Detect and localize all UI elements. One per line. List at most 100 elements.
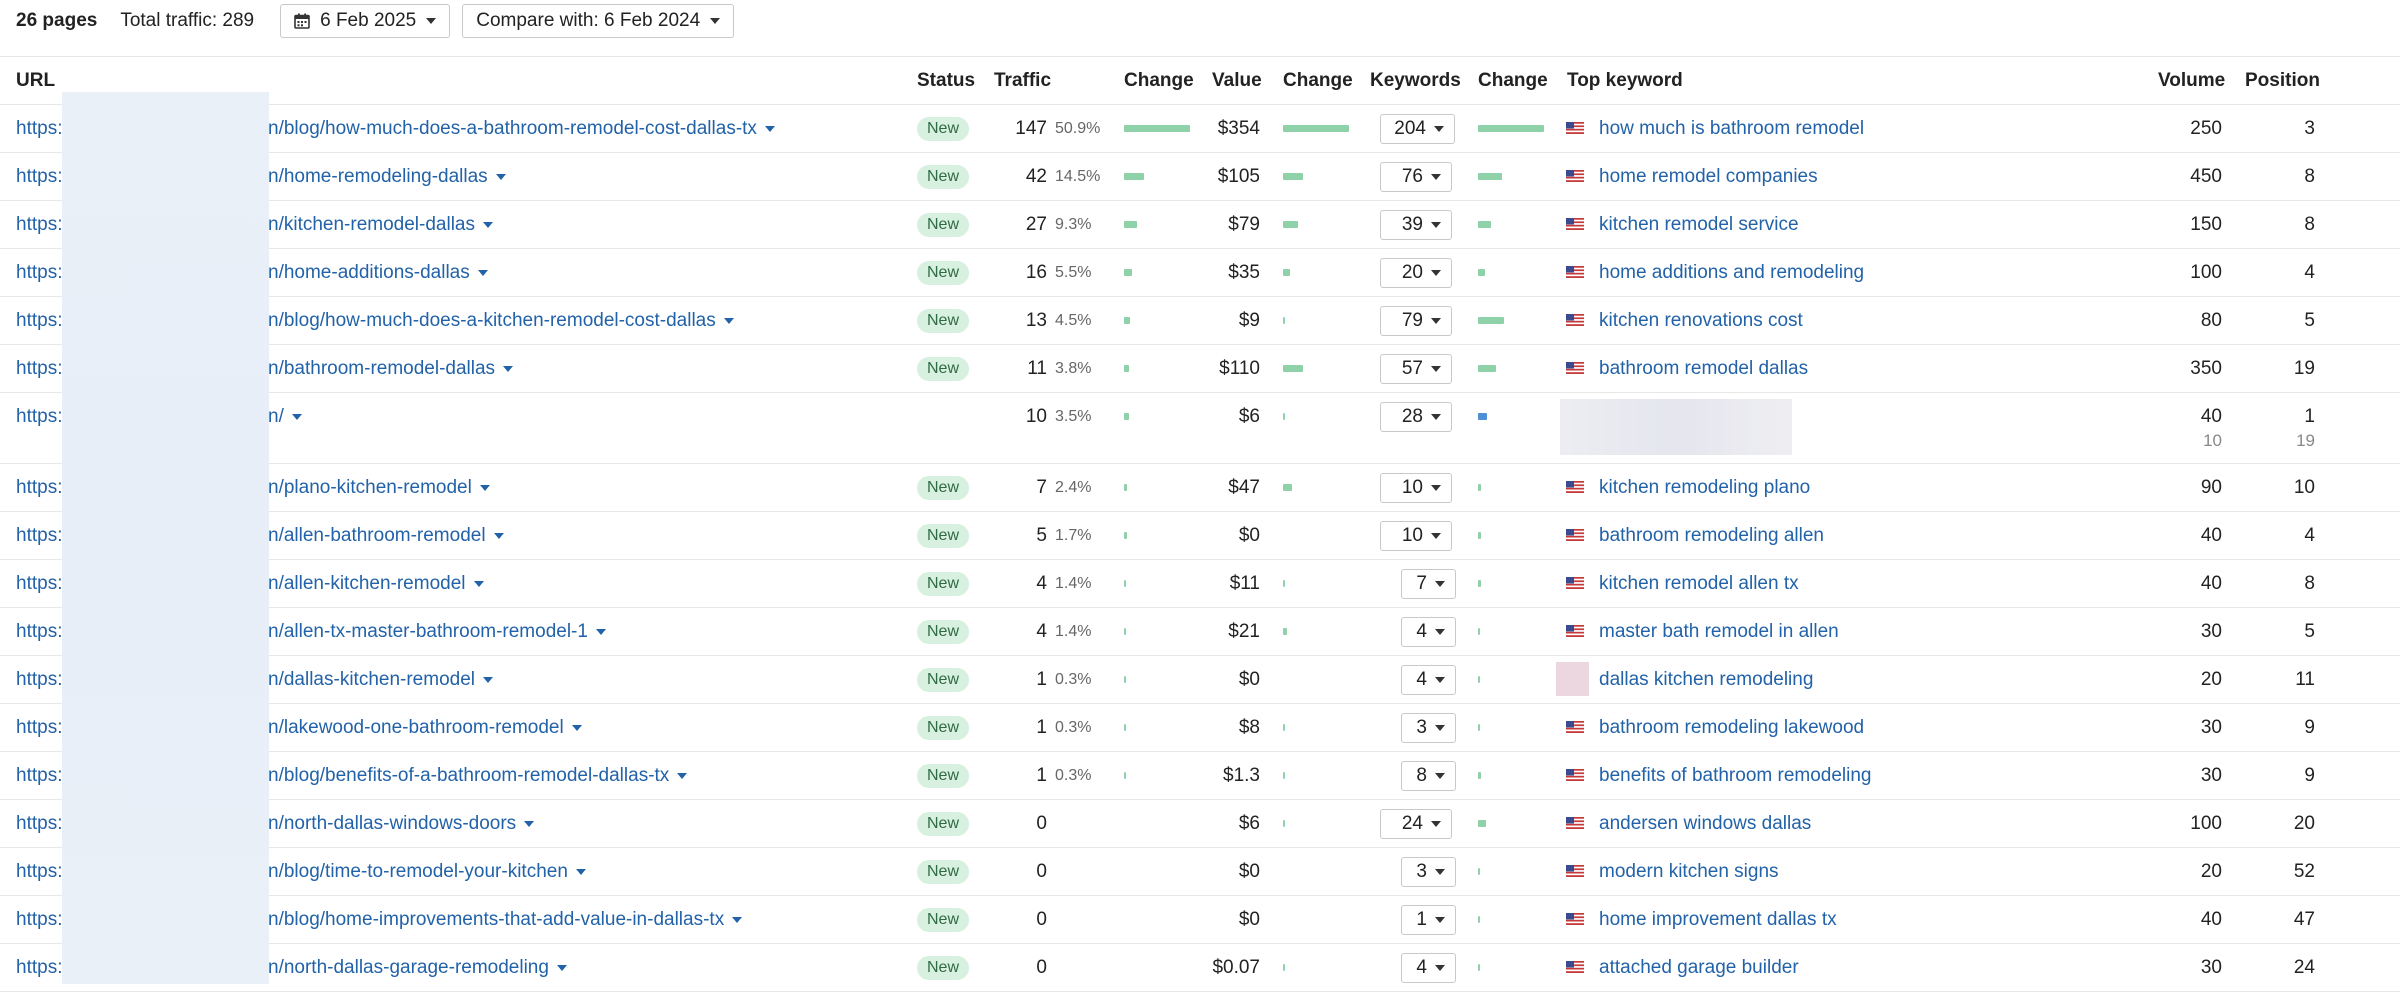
keywords-dropdown[interactable]: 8 xyxy=(1401,761,1456,791)
col-keywords-change[interactable]: Change xyxy=(1478,57,1548,104)
keywords-dropdown[interactable]: 4 xyxy=(1401,665,1456,695)
keywords-dropdown[interactable]: 76 xyxy=(1380,162,1452,192)
keywords-dropdown[interactable]: 24 xyxy=(1380,809,1452,839)
url-link[interactable]: https: n/home-additions-dallas xyxy=(16,249,488,296)
url-prefix: https: xyxy=(16,406,63,427)
col-value-change[interactable]: Change xyxy=(1283,57,1353,104)
traffic-share: 0.3% xyxy=(1055,719,1092,736)
top-keyword-link[interactable]: modern kitchen signs xyxy=(1599,848,1779,895)
chevron-down-icon[interactable] xyxy=(477,269,488,276)
col-top-keyword[interactable]: Top keyword xyxy=(1567,57,1683,104)
chevron-down-icon[interactable] xyxy=(732,916,743,923)
top-keyword-link[interactable]: home remodel companies xyxy=(1599,153,1818,200)
url-link[interactable]: https: n/allen-kitchen-remodel xyxy=(16,560,484,607)
keywords-dropdown[interactable]: 4 xyxy=(1401,953,1456,983)
chevron-down-icon[interactable] xyxy=(493,532,504,539)
top-keyword-link[interactable]: benefits of bathroom remodeling xyxy=(1599,752,1872,799)
url-link[interactable]: https: n/allen-bathroom-remodel xyxy=(16,512,504,559)
url-link[interactable]: https: n/blog/home-improvements-that-add-… xyxy=(16,896,743,943)
chevron-down-icon[interactable] xyxy=(677,772,688,779)
keywords-dropdown[interactable]: 4 xyxy=(1401,617,1456,647)
keywords-dropdown[interactable]: 28 xyxy=(1380,402,1452,432)
url-link[interactable]: https: n/lakewood-one-bathroom-remodel xyxy=(16,704,582,751)
keywords-dropdown[interactable]: 3 xyxy=(1401,713,1456,743)
chevron-down-icon[interactable] xyxy=(495,173,506,180)
col-traffic-change[interactable]: Change xyxy=(1124,57,1194,104)
url-link[interactable]: https: n/dallas-kitchen-remodel xyxy=(16,656,493,703)
url-link[interactable]: https: n/blog/benefits-of-a-bathroom-remo… xyxy=(16,752,688,799)
value-change-bar xyxy=(1283,772,1285,779)
us-flag-icon xyxy=(1566,577,1584,589)
chevron-down-icon[interactable] xyxy=(479,484,490,491)
keywords-dropdown[interactable]: 39 xyxy=(1380,210,1452,240)
keywords-dropdown[interactable]: 7 xyxy=(1401,569,1456,599)
traffic-change-bar xyxy=(1124,772,1126,779)
chevron-down-icon[interactable] xyxy=(723,317,734,324)
top-keyword-link[interactable]: andersen windows dallas xyxy=(1599,800,1811,847)
col-value[interactable]: Value xyxy=(1212,57,1262,104)
col-traffic[interactable]: Traffic xyxy=(994,57,1051,104)
status-badge: New xyxy=(917,955,970,980)
chevron-down-icon xyxy=(1431,414,1441,420)
url-link[interactable]: https: n/ xyxy=(16,393,302,440)
keywords-dropdown[interactable]: 57 xyxy=(1380,354,1452,384)
url-link[interactable]: https: n/blog/how-much-does-a-kitchen-rem… xyxy=(16,297,734,344)
col-status[interactable]: Status xyxy=(917,57,975,104)
top-keyword-link[interactable]: bathroom remodeling allen xyxy=(1599,512,1824,559)
keywords-dropdown[interactable]: 3 xyxy=(1401,857,1456,887)
value-change-bar xyxy=(1283,820,1285,827)
col-url[interactable]: URL xyxy=(16,57,55,104)
top-keyword-link[interactable]: bathroom remodel dallas xyxy=(1599,345,1808,392)
keywords-dropdown[interactable]: 79 xyxy=(1380,306,1452,336)
url-path: n/allen-kitchen-remodel xyxy=(268,560,484,607)
chevron-down-icon[interactable] xyxy=(571,724,582,731)
table-row: https: n/north-dallas-windows-doors New 0 $6… xyxy=(0,800,2400,848)
top-keyword-link[interactable]: bathroom remodeling lakewood xyxy=(1599,704,1864,751)
url-link[interactable]: https: n/home-remodeling-dallas xyxy=(16,153,506,200)
keywords-dropdown[interactable]: 20 xyxy=(1380,258,1452,288)
col-volume[interactable]: Volume xyxy=(2158,57,2225,104)
top-keyword-link[interactable]: dallas kitchen remodeling xyxy=(1599,656,1813,703)
total-traffic: Total traffic: 289 xyxy=(120,10,255,31)
url-link[interactable]: https: n/kitchen-remodel-dallas xyxy=(16,201,493,248)
chevron-down-icon[interactable] xyxy=(291,413,302,420)
top-keyword-link[interactable]: how much is bathroom remodel xyxy=(1599,105,1864,152)
top-keyword-link[interactable]: kitchen renovations cost xyxy=(1599,297,1803,344)
top-keyword-link[interactable]: kitchen remodel service xyxy=(1599,201,1799,248)
url-link[interactable]: https: n/blog/how-much-does-a-bathroom-re… xyxy=(16,105,775,152)
chevron-down-icon[interactable] xyxy=(473,580,484,587)
traffic-value: 0 xyxy=(1036,813,1047,834)
chevron-down-icon[interactable] xyxy=(595,628,606,635)
us-flag-icon xyxy=(1566,865,1584,877)
url-link[interactable]: https: n/plano-kitchen-remodel xyxy=(16,464,490,511)
url-link[interactable]: https: n/blog/time-to-remodel-your-kitche… xyxy=(16,848,586,895)
chevron-down-icon[interactable] xyxy=(503,365,514,372)
top-keyword-link[interactable]: kitchen remodeling plano xyxy=(1599,464,1810,511)
keywords-dropdown[interactable]: 204 xyxy=(1380,114,1455,144)
col-position[interactable]: Position xyxy=(2245,57,2320,104)
top-keyword-link[interactable]: kitchen remodel allen tx xyxy=(1599,560,1799,607)
keywords-count: 1 xyxy=(1416,909,1427,930)
top-keyword-link[interactable]: home improvement dallas tx xyxy=(1599,896,1837,943)
position-value: 3 xyxy=(2304,118,2315,139)
chevron-down-icon[interactable] xyxy=(575,868,586,875)
keywords-dropdown[interactable]: 10 xyxy=(1380,521,1452,551)
keywords-dropdown[interactable]: 1 xyxy=(1401,905,1456,935)
traffic-value: 42 xyxy=(1025,166,1047,187)
top-keyword-link[interactable]: home additions and remodeling xyxy=(1599,249,1864,296)
chevron-down-icon[interactable] xyxy=(524,820,535,827)
chevron-down-icon[interactable] xyxy=(764,125,775,132)
keywords-dropdown[interactable]: 10 xyxy=(1380,473,1452,503)
chevron-down-icon[interactable] xyxy=(483,221,493,228)
chevron-down-icon[interactable] xyxy=(483,676,493,683)
url-link[interactable]: https: n/bathroom-remodel-dallas xyxy=(16,345,514,392)
url-link[interactable]: https: n/north-dallas-windows-doors xyxy=(16,800,535,847)
status-badge: New xyxy=(917,619,970,644)
top-keyword-link[interactable]: master bath remodel in allen xyxy=(1599,608,1839,655)
col-keywords[interactable]: Keywords xyxy=(1370,57,1461,104)
keywords-count: 8 xyxy=(1416,765,1427,786)
url-link[interactable]: https: n/allen-tx-master-bathroom-remodel… xyxy=(16,608,606,655)
compare-dropdown[interactable]: Compare with: 6 Feb 2024 xyxy=(462,4,735,38)
date-dropdown[interactable]: 6 Feb 2025 xyxy=(280,4,451,38)
chevron-down-icon[interactable] xyxy=(556,964,567,971)
